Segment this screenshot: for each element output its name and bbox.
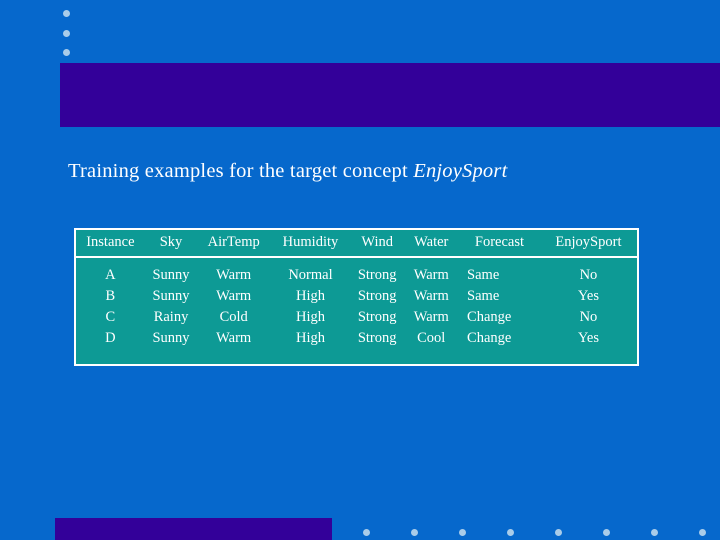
cell-forecast: Change	[467, 330, 512, 346]
footer-dot-icon	[363, 529, 370, 536]
slide-footer-bar	[55, 518, 332, 540]
column-header-sky: Sky	[144, 230, 198, 258]
cell-wind: Strong	[357, 288, 397, 304]
cell-forecast: Change	[467, 309, 512, 325]
page-title-text: Training examples for the target concept	[68, 160, 414, 182]
cell-instance: A	[105, 267, 116, 283]
page-title-emphasis: EnjoySport	[413, 160, 508, 182]
cell-sky: Sunny	[152, 330, 190, 346]
footer-dot-icon	[699, 529, 706, 536]
cell-instance: C	[105, 309, 116, 325]
cell-airtemp: Warm	[216, 267, 252, 283]
cell-wind: Strong	[357, 330, 397, 346]
footer-dot-icon	[411, 529, 418, 536]
cell-enjoysport: No	[579, 309, 598, 325]
column-header-airtemp: AirTemp	[197, 230, 271, 258]
footer-dot-group	[355, 518, 720, 540]
slide-header-band	[60, 63, 720, 127]
column-header-enjoysport: EnjoySport	[539, 230, 637, 258]
cell-humidity: High	[295, 288, 325, 304]
bullet-dot-icon	[63, 49, 70, 56]
cell-instance: D	[105, 330, 116, 346]
cell-wind: Strong	[357, 267, 397, 283]
cell-forecast: Same	[467, 288, 500, 304]
cell-sky: Rainy	[153, 309, 189, 325]
column-header-instance: Instance	[76, 230, 145, 258]
cell-airtemp: Warm	[216, 330, 252, 346]
cell-enjoysport: Yes	[577, 330, 599, 346]
column-header-water: Water	[403, 230, 460, 258]
cell-humidity: High	[295, 309, 325, 325]
table-row: D Sunny Warm High Strong Cool Change Yes	[76, 328, 637, 364]
bullet-dot-icon	[63, 10, 70, 17]
cell-water: Cool	[417, 330, 446, 346]
column-header-humidity: Humidity	[270, 230, 351, 258]
cell-humidity: Normal	[288, 267, 333, 283]
cell-sky: Sunny	[152, 267, 190, 283]
training-examples-table: Instance Sky AirTemp Humidity Wind Water…	[74, 228, 639, 366]
column-header-forecast: Forecast	[459, 230, 540, 258]
table-row: B Sunny Warm High Strong Warm Same Yes	[76, 286, 637, 307]
cell-sky: Sunny	[152, 288, 190, 304]
table-row: C Rainy Cold High Strong Warm Change No	[76, 307, 637, 328]
table-header-row: Instance Sky AirTemp Humidity Wind Water…	[76, 230, 637, 258]
table-row: A Sunny Warm Normal Strong Warm Same No	[76, 257, 637, 286]
footer-dot-icon	[459, 529, 466, 536]
footer-dot-icon	[555, 529, 562, 536]
cell-wind: Strong	[357, 309, 397, 325]
column-header-wind: Wind	[350, 230, 404, 258]
footer-dot-icon	[651, 529, 658, 536]
cell-enjoysport: Yes	[577, 288, 599, 304]
cell-airtemp: Cold	[219, 309, 248, 325]
cell-water: Warm	[413, 309, 449, 325]
cell-forecast: Same	[467, 267, 500, 283]
cell-humidity: High	[295, 330, 325, 346]
cell-instance: B	[105, 288, 116, 304]
cell-airtemp: Warm	[216, 288, 252, 304]
bullet-dot-icon	[63, 30, 70, 37]
footer-dot-icon	[603, 529, 610, 536]
cell-water: Warm	[413, 288, 449, 304]
footer-dot-icon	[507, 529, 514, 536]
page-title: Training examples for the target concept…	[68, 158, 668, 184]
cell-water: Warm	[413, 267, 449, 283]
cell-enjoysport: No	[579, 267, 598, 283]
top-bullet-group	[62, 5, 82, 60]
